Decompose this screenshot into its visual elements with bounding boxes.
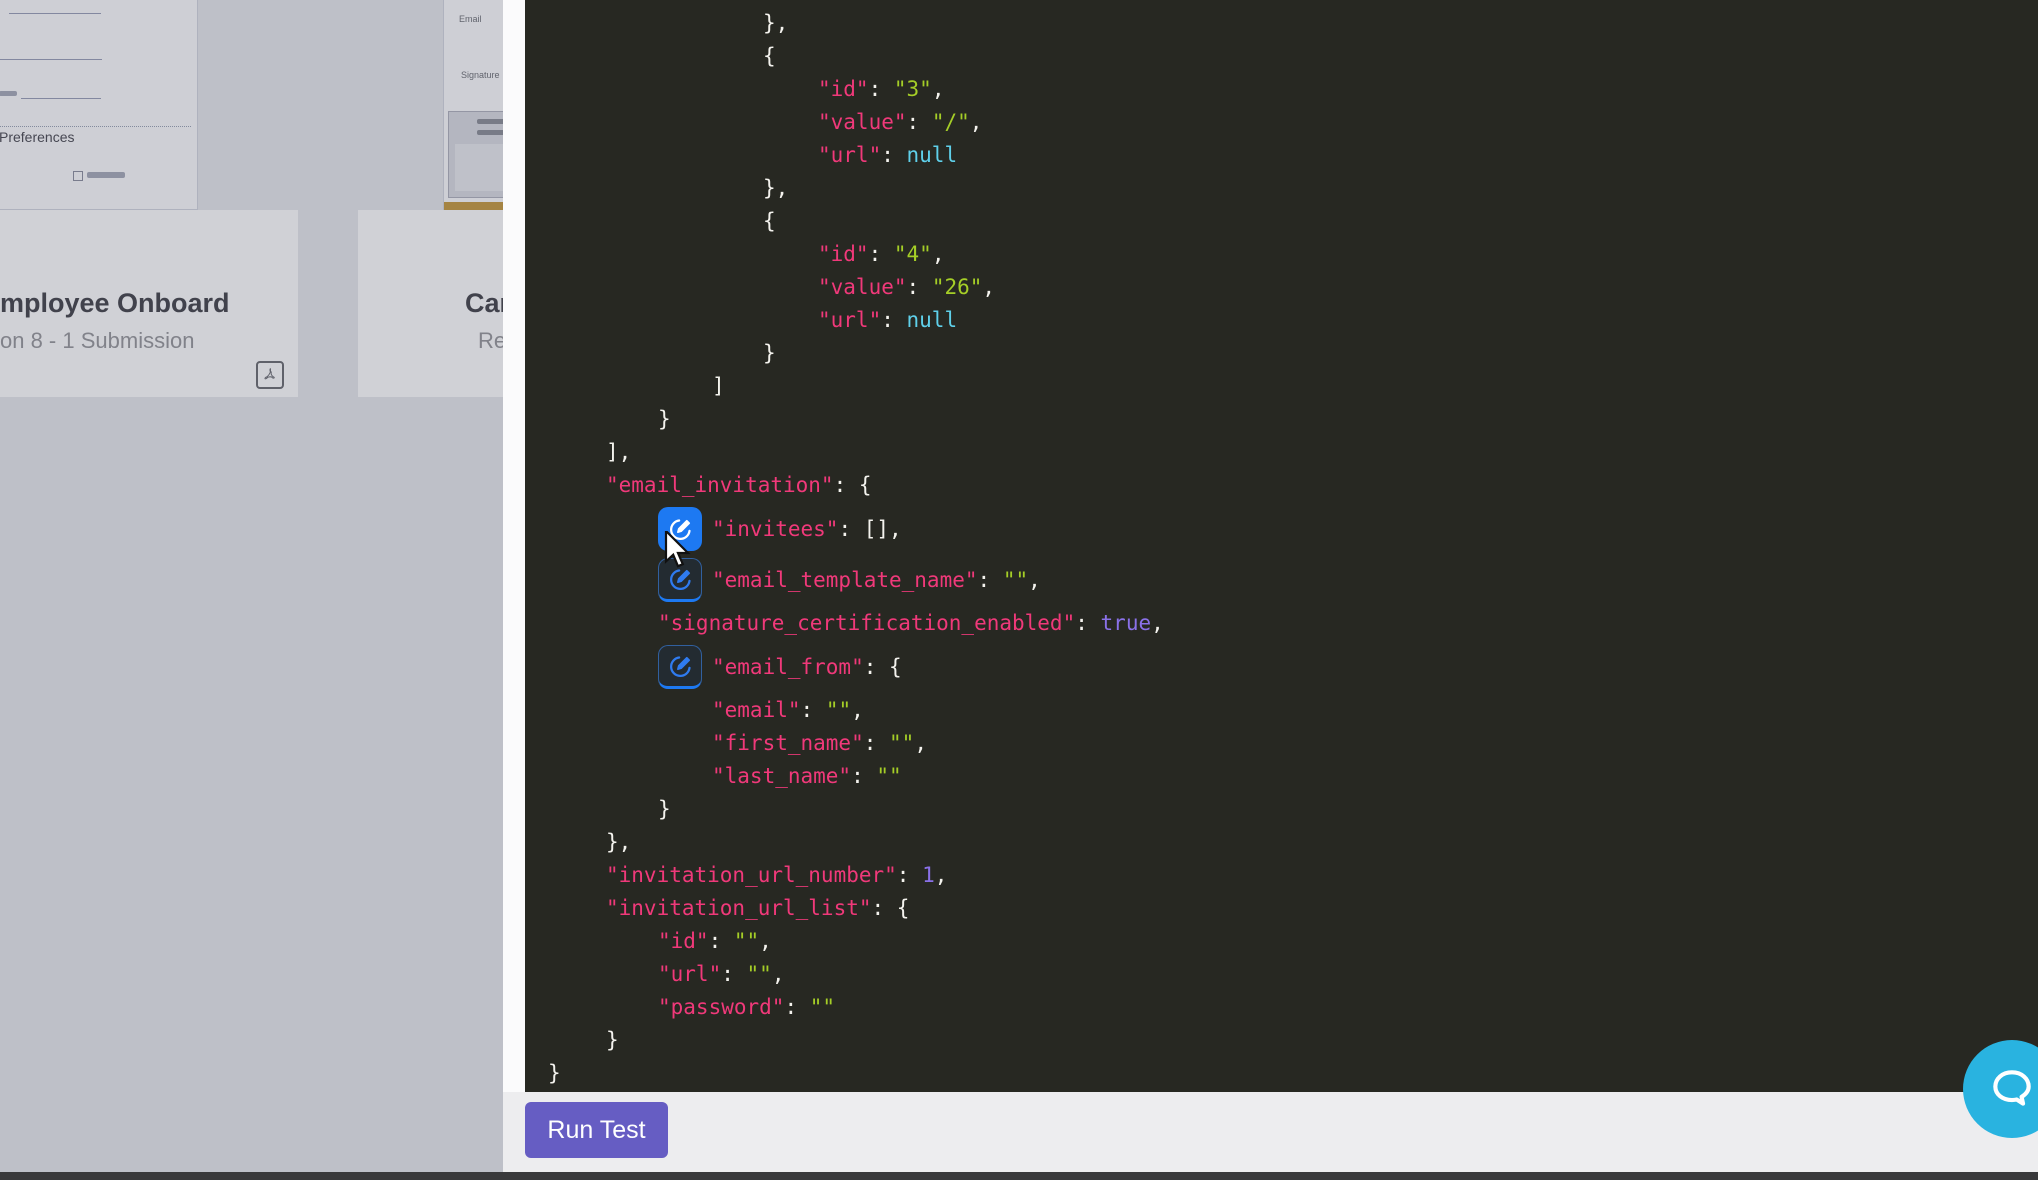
json-payload-editor[interactable]: "url": null}, { "id": "3", "value": "/", "ur…: [525, 0, 2038, 1092]
code-line: "value": "/",: [525, 106, 2038, 139]
code-line: "url": null: [525, 139, 2038, 172]
code-text: ],: [606, 440, 632, 464]
code-text: "invitees": [],: [712, 517, 902, 541]
code-text: ]: [712, 374, 725, 398]
code-text: "url": null: [818, 308, 958, 332]
code-text: "email": "",: [712, 698, 864, 722]
code-line: {: [525, 40, 2038, 73]
code-line: "email": "",: [525, 694, 2038, 727]
code-text: },: [763, 176, 789, 200]
code-line: }: [525, 337, 2038, 370]
code-line: "id": "4",: [525, 238, 2038, 271]
code-line: "email_template_name": "",: [525, 556, 2038, 604]
code-text: "id": "",: [658, 929, 772, 953]
code-line: "id": "",: [525, 925, 2038, 958]
chat-bubble-icon: [1993, 1070, 2031, 1106]
code-text: }: [658, 797, 671, 821]
code-text: "email_from": {: [712, 655, 902, 679]
code-line: "url": "",: [525, 958, 2038, 991]
code-line: "password": "": [525, 991, 2038, 1024]
code-line: }: [525, 403, 2038, 436]
code-line: ]: [525, 370, 2038, 403]
code-text: {: [763, 44, 776, 68]
code-line: "invitation_url_number": 1,: [525, 859, 2038, 892]
code-line: ],: [525, 436, 2038, 469]
code-text: }: [548, 1061, 561, 1085]
code-text: "value": "26",: [818, 275, 996, 299]
insert-variable-button[interactable]: [658, 645, 702, 689]
code-text: "invitation_url_number": 1,: [606, 863, 948, 887]
edit-icon: [669, 655, 691, 677]
code-text: "email_invitation": {: [606, 473, 872, 497]
code-text: }: [763, 341, 776, 365]
code-text: "first_name": "",: [712, 731, 927, 755]
code-line: },: [525, 172, 2038, 205]
code-text: },: [763, 11, 789, 35]
code-line: {: [525, 205, 2038, 238]
code-text: "value": "/",: [818, 110, 983, 134]
code-text: "url": null: [818, 143, 958, 167]
code-text: }: [658, 407, 671, 431]
panel-footer: Run Test: [503, 1092, 2038, 1172]
code-line: }: [525, 793, 2038, 826]
code-line: },: [525, 7, 2038, 40]
code-line: "invitation_url_list": {: [525, 892, 2038, 925]
code-text: }: [606, 1028, 619, 1052]
run-test-button[interactable]: Run Test: [525, 1102, 668, 1158]
code-line: },: [525, 826, 2038, 859]
code-text: "last_name": "": [712, 764, 902, 788]
code-text: {: [763, 209, 776, 233]
code-line: "signature_certification_enabled": true,: [525, 607, 2038, 640]
mouse-cursor: [664, 528, 696, 576]
code-line: "id": "3",: [525, 73, 2038, 106]
code-line: "invitees": [],: [525, 505, 2038, 553]
code-line: "value": "26",: [525, 271, 2038, 304]
code-line: "first_name": "",: [525, 727, 2038, 760]
code-text: "email_template_name": "",: [712, 568, 1041, 592]
code-line: "url": null: [525, 0, 2038, 7]
code-text: "id": "3",: [818, 77, 945, 101]
code-text: },: [606, 830, 632, 854]
code-text: "url": "",: [658, 962, 785, 986]
code-line: "email_invitation": {: [525, 469, 2038, 502]
code-line: }: [525, 1024, 2038, 1057]
test-runner-panel: "url": null}, { "id": "3", "value": "/", "ur…: [503, 0, 2038, 1172]
code-line: }: [525, 1057, 2038, 1090]
code-text: "invitation_url_list": {: [606, 896, 910, 920]
code-text: "url": null: [818, 0, 957, 2]
code-line: "last_name": "": [525, 760, 2038, 793]
code-line: "email_from": {: [525, 643, 2038, 691]
code-text: "password": "": [658, 995, 836, 1019]
code-line: "url": null: [525, 304, 2038, 337]
code-text: "signature_certification_enabled": true,: [658, 611, 1164, 635]
window-bottom-edge: [0, 1172, 2038, 1180]
code-text: "id": "4",: [818, 242, 945, 266]
